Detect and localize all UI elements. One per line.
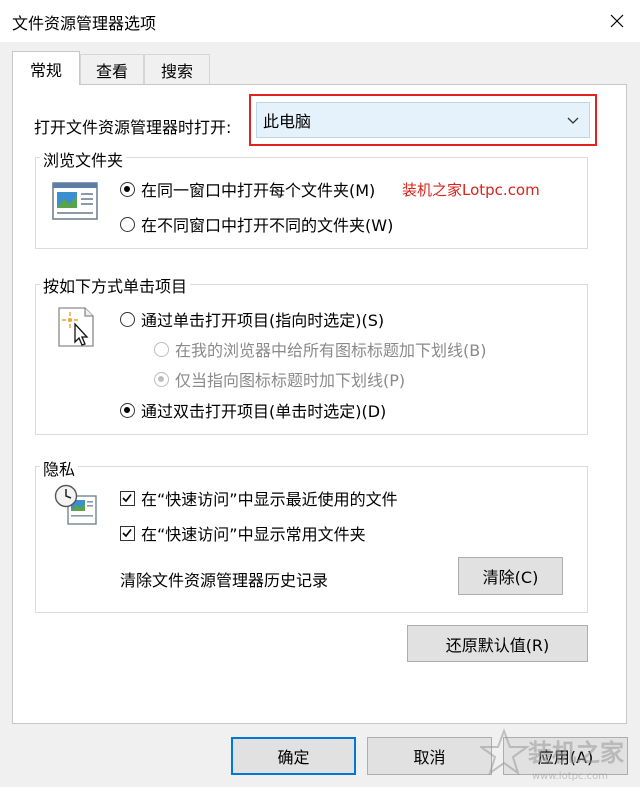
underline-hover-option[interactable]: 仅当指向图标标题时加下划线(P) bbox=[154, 367, 405, 391]
folder-window-icon bbox=[52, 182, 98, 220]
tab-view[interactable]: 查看 bbox=[80, 54, 144, 84]
frequent-folders-option[interactable]: 在“快速访问”中显示常用文件夹 bbox=[120, 521, 366, 545]
new-window-option[interactable]: 在不同窗口中打开不同的文件夹(W) bbox=[120, 212, 393, 236]
same-window-radio[interactable] bbox=[120, 181, 135, 197]
recent-files-option[interactable]: 在“快速访问”中显示最近使用的文件 bbox=[120, 486, 398, 510]
open-location-value: 此电脑 bbox=[263, 112, 312, 131]
tab-general[interactable]: 常规 bbox=[12, 51, 80, 85]
checkmark-icon bbox=[122, 493, 132, 502]
checkmark-icon bbox=[122, 528, 132, 537]
browse-folders-legend: 浏览文件夹 bbox=[40, 147, 127, 171]
tab-search[interactable]: 搜索 bbox=[144, 54, 210, 84]
frequent-folders-checkbox[interactable] bbox=[120, 525, 135, 541]
new-window-label: 在不同窗口中打开不同的文件夹(W) bbox=[141, 216, 394, 235]
restore-defaults-button[interactable]: 还原默认值(R) bbox=[407, 625, 588, 662]
chevron-down-icon bbox=[567, 117, 579, 124]
close-icon bbox=[610, 14, 624, 28]
close-button[interactable] bbox=[594, 0, 640, 42]
ok-button[interactable]: 确定 bbox=[231, 737, 356, 775]
open-location-dropdown[interactable]: 此电脑 bbox=[256, 102, 590, 138]
double-click-option[interactable]: 通过双击打开项目(单击时选定)(D) bbox=[120, 398, 386, 422]
apply-button[interactable]: 应用(A) bbox=[503, 737, 628, 775]
cursor-click-icon bbox=[58, 307, 94, 347]
watermark-text: 装机之家Lotpc.com bbox=[402, 181, 540, 199]
clear-history-label: 清除文件资源管理器历史记录 bbox=[120, 571, 329, 590]
new-window-radio[interactable] bbox=[120, 216, 135, 232]
underline-all-label: 在我的浏览器中给所有图标标题加下划线(B) bbox=[175, 341, 487, 360]
double-click-label: 通过双击打开项目(单击时选定)(D) bbox=[141, 402, 387, 421]
window-title: 文件资源管理器选项 bbox=[12, 14, 157, 33]
privacy-legend: 隐私 bbox=[40, 456, 79, 480]
frequent-folders-label: 在“快速访问”中显示常用文件夹 bbox=[141, 525, 366, 544]
double-click-radio[interactable] bbox=[120, 402, 135, 418]
open-with-label: 打开文件资源管理器时打开: bbox=[34, 118, 232, 137]
recent-files-label: 在“快速访问”中显示最近使用的文件 bbox=[141, 490, 398, 509]
underline-all-radio[interactable] bbox=[154, 341, 169, 357]
cancel-button[interactable]: 取消 bbox=[367, 737, 492, 775]
single-click-option[interactable]: 通过单击打开项目(指向时选定)(S) bbox=[120, 307, 384, 331]
underline-hover-radio[interactable] bbox=[154, 371, 169, 387]
single-click-label: 通过单击打开项目(指向时选定)(S) bbox=[141, 311, 385, 330]
recent-history-icon bbox=[54, 484, 97, 525]
single-click-radio[interactable] bbox=[120, 311, 135, 327]
title-bar: 文件资源管理器选项 bbox=[0, 0, 640, 42]
same-window-label: 在同一窗口中打开每个文件夹(M) bbox=[141, 181, 376, 200]
underline-hover-label: 仅当指向图标标题时加下划线(P) bbox=[175, 371, 406, 390]
underline-all-option[interactable]: 在我的浏览器中给所有图标标题加下划线(B) bbox=[154, 337, 486, 361]
recent-files-checkbox[interactable] bbox=[120, 490, 135, 506]
same-window-option[interactable]: 在同一窗口中打开每个文件夹(M) bbox=[120, 177, 375, 201]
click-items-legend: 按如下方式单击项目 bbox=[40, 273, 191, 297]
clear-history-button[interactable]: 清除(C) bbox=[458, 557, 563, 595]
